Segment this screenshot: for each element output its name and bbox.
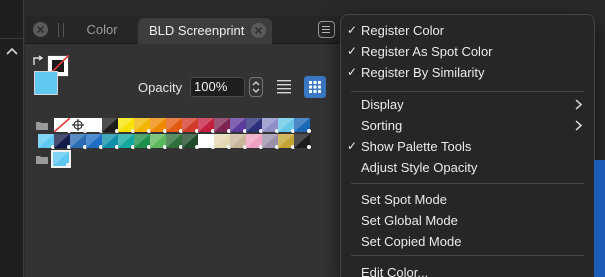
menu-item-sorting[interactable]: Sorting bbox=[341, 115, 594, 136]
color-swatch[interactable] bbox=[182, 134, 199, 149]
menu-item-set-global-mode[interactable]: Set Global Mode bbox=[341, 210, 594, 231]
color-swatch[interactable] bbox=[118, 118, 135, 133]
drag-handle[interactable] bbox=[58, 23, 64, 37]
opacity-stepper[interactable] bbox=[249, 77, 263, 97]
color-swatch[interactable] bbox=[278, 134, 295, 149]
color-swatch[interactable] bbox=[230, 118, 247, 133]
color-swatch[interactable] bbox=[102, 118, 119, 133]
panel-tab-bar: Color BLD Screenprint bbox=[25, 16, 345, 44]
panel-menu-button[interactable] bbox=[318, 21, 335, 38]
selected-color-swatch[interactable] bbox=[51, 150, 71, 168]
menu-item-label: Edit Color... bbox=[361, 265, 429, 277]
color-swatch[interactable] bbox=[294, 134, 311, 149]
menu-item-register-color[interactable]: ✓ Register Color bbox=[341, 20, 594, 41]
swap-colors-icon[interactable] bbox=[32, 54, 44, 66]
checkmark-icon: ✓ bbox=[347, 139, 358, 153]
menu-item-set-copied-mode[interactable]: Set Copied Mode bbox=[341, 231, 594, 252]
checkmark-icon: ✓ bbox=[347, 65, 358, 79]
color-swatch[interactable] bbox=[246, 118, 263, 133]
menu-item-display[interactable]: Display bbox=[341, 94, 594, 115]
left-gutter bbox=[0, 0, 24, 277]
color-swatch[interactable] bbox=[166, 134, 183, 149]
list-view-icon[interactable] bbox=[277, 79, 291, 95]
grid-view-icon bbox=[309, 81, 321, 93]
color-swatch[interactable] bbox=[86, 134, 103, 149]
menu-item-register-as-spot-color[interactable]: ✓ Register As Spot Color bbox=[341, 41, 594, 62]
menu-item-set-spot-mode[interactable]: Set Spot Mode bbox=[341, 189, 594, 210]
color-swatch[interactable] bbox=[54, 134, 71, 149]
panel-context-menu: ✓ Register Color ✓ Register As Spot Color ✓ R… bbox=[340, 14, 595, 277]
color-swatch[interactable] bbox=[38, 134, 55, 149]
tab-color[interactable]: Color bbox=[69, 16, 135, 44]
close-icon bbox=[37, 26, 44, 33]
color-swatch[interactable] bbox=[214, 118, 231, 133]
menu-separator bbox=[351, 183, 584, 184]
color-swatch[interactable] bbox=[86, 118, 103, 133]
color-swatch[interactable] bbox=[102, 134, 119, 149]
menu-item-label: Set Global Mode bbox=[361, 213, 458, 228]
color-swatch[interactable] bbox=[182, 118, 199, 133]
grid-view-button[interactable] bbox=[304, 76, 326, 98]
color-swatch[interactable] bbox=[150, 134, 167, 149]
menu-item-register-by-similarity[interactable]: ✓ Register By Similarity bbox=[341, 62, 594, 83]
menu-item-label: Register As Spot Color bbox=[361, 44, 493, 59]
chevron-up-icon[interactable] bbox=[6, 46, 18, 56]
color-swatch[interactable] bbox=[294, 118, 311, 133]
color-swatch[interactable] bbox=[262, 118, 279, 133]
menu-item-label: Show Palette Tools bbox=[361, 139, 472, 154]
menu-item-show-palette-tools[interactable]: ✓ Show Palette Tools bbox=[341, 136, 594, 157]
palette-grid bbox=[25, 102, 345, 277]
color-swatch[interactable] bbox=[150, 118, 167, 133]
tab-label: BLD Screenprint bbox=[149, 23, 245, 38]
tab-bld-screenprint[interactable]: BLD Screenprint bbox=[138, 18, 272, 44]
menu-item-label: Register By Similarity bbox=[361, 65, 485, 80]
menu-item-label: Display bbox=[361, 97, 404, 112]
checkmark-icon: ✓ bbox=[347, 23, 358, 37]
stepper-arrows-icon bbox=[252, 81, 260, 93]
color-swatch[interactable] bbox=[214, 134, 231, 149]
menu-item-label: Sorting bbox=[361, 118, 403, 133]
menu-separator bbox=[351, 91, 584, 92]
menu-separator bbox=[351, 255, 584, 256]
menu-item-edit-color[interactable]: Edit Color... bbox=[341, 262, 594, 277]
color-swatch[interactable] bbox=[230, 134, 247, 149]
color-swatch[interactable] bbox=[278, 118, 295, 133]
color-swatch[interactable] bbox=[198, 118, 215, 133]
close-tab-button[interactable] bbox=[251, 23, 266, 38]
none-swatch[interactable] bbox=[53, 117, 71, 133]
color-swatch[interactable] bbox=[166, 118, 183, 133]
menu-item-label: Set Spot Mode bbox=[361, 192, 447, 207]
color-swatch[interactable] bbox=[70, 134, 87, 149]
swatches-panel: Color BLD Screenprint Opacity 100% bbox=[25, 16, 345, 277]
registration-swatch[interactable] bbox=[70, 118, 87, 133]
close-icon bbox=[255, 27, 262, 34]
color-swatch[interactable] bbox=[134, 118, 151, 133]
folder-icon[interactable] bbox=[36, 121, 48, 130]
menu-item-adjust-style-opacity[interactable]: Adjust Style Opacity bbox=[341, 157, 594, 178]
color-swatch[interactable] bbox=[198, 134, 215, 149]
chevron-right-icon bbox=[575, 120, 582, 131]
menu-item-label: Adjust Style Opacity bbox=[361, 160, 478, 175]
checkmark-icon: ✓ bbox=[347, 44, 358, 58]
gutter-divider bbox=[0, 38, 24, 39]
color-swatch[interactable] bbox=[118, 134, 135, 149]
menu-item-label: Set Copied Mode bbox=[361, 234, 462, 249]
color-swatch[interactable] bbox=[262, 134, 279, 149]
opacity-label: Opacity bbox=[138, 80, 183, 95]
opacity-field[interactable]: 100% bbox=[190, 77, 245, 97]
color-swatch[interactable] bbox=[246, 134, 263, 149]
menu-item-label: Register Color bbox=[361, 23, 445, 38]
chevron-right-icon bbox=[575, 99, 582, 110]
folder-icon[interactable] bbox=[36, 155, 48, 164]
close-panel-button[interactable] bbox=[33, 22, 48, 37]
fill-color-swatch[interactable] bbox=[34, 71, 58, 95]
color-swatch[interactable] bbox=[134, 134, 151, 149]
background-window-edge bbox=[594, 160, 605, 277]
